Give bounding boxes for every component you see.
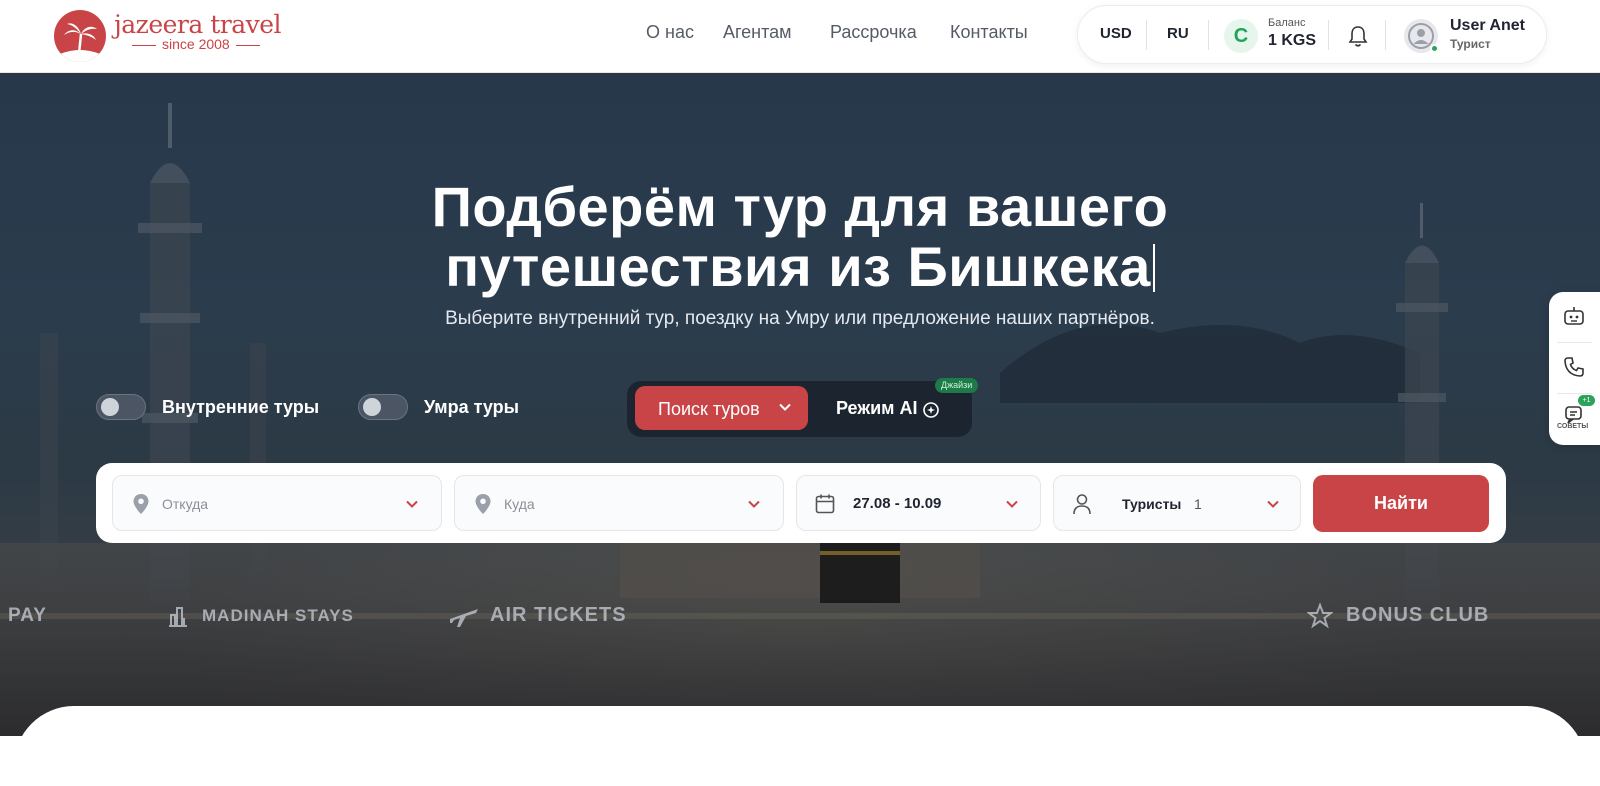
dates-field[interactable]: 27.08 - 10.09: [796, 475, 1041, 531]
find-button[interactable]: Найти: [1313, 475, 1489, 532]
airplane-icon: [450, 609, 478, 627]
partner-bonus-club[interactable]: BONUS CLUB: [1346, 604, 1489, 627]
divider: [1146, 20, 1147, 50]
tips-label: СОВЕТЫ: [1557, 423, 1589, 430]
balance-value[interactable]: 1 KGS: [1268, 32, 1316, 50]
logo[interactable]: jazeera travel since 2008: [54, 8, 282, 62]
divider: [1208, 20, 1209, 50]
chat-tips-icon: [1565, 406, 1582, 424]
toggle-knob: [101, 398, 119, 416]
divider: [1328, 20, 1329, 50]
chatbot-button[interactable]: [1549, 292, 1600, 342]
chevron-down-icon: [748, 500, 760, 508]
online-status-dot: [1430, 44, 1439, 53]
chevron-down-icon: [779, 403, 791, 411]
top-header: jazeera travel since 2008 О нас Агентам …: [0, 0, 1600, 73]
partner-pay[interactable]: PAY: [8, 605, 47, 627]
text-caret: [1152, 244, 1155, 292]
hero-title: Подберём тур для вашего путешествия из Б…: [431, 175, 1169, 298]
nav-about[interactable]: О нас: [646, 22, 694, 43]
currency-selector[interactable]: USD: [1100, 25, 1132, 42]
location-pin-icon: [475, 494, 491, 514]
hero-section: Подберём тур для вашего путешествия из Б…: [0, 73, 1600, 736]
logo-name: jazeera travel: [114, 10, 282, 39]
partners-strip: PAY MADINAH STAYS AIR TICKETS BONUS CLUB: [0, 598, 1600, 638]
user-role: Турист: [1450, 37, 1491, 51]
hero-subtitle: Выберите внутренний тур, поездку на Умру…: [445, 308, 1155, 329]
call-button[interactable]: [1549, 343, 1600, 393]
partner-madinah-stays[interactable]: MADINAH STAYS: [202, 606, 354, 626]
location-pin-icon: [133, 494, 149, 514]
phone-icon: [1564, 357, 1584, 377]
toggle-knob: [363, 398, 381, 416]
tourists-count: 1: [1194, 496, 1202, 512]
side-floating-panel: +1 СОВЕТЫ: [1549, 292, 1600, 445]
user-name[interactable]: User Anet: [1450, 17, 1525, 35]
calendar-icon: [815, 494, 835, 514]
palm-logo-icon: [54, 10, 106, 62]
robot-chat-icon: [1564, 307, 1584, 325]
chevron-down-icon: [406, 500, 418, 508]
ai-sparkle-icon[interactable]: [922, 400, 942, 420]
search-tours-button[interactable]: Поиск туров: [635, 386, 808, 430]
dates-value: 27.08 - 10.09: [853, 495, 942, 512]
nav-contacts[interactable]: Контакты: [950, 22, 1028, 43]
chevron-down-icon: [1006, 500, 1018, 508]
tips-badge: +1: [1578, 395, 1595, 406]
nav-agents[interactable]: Агентам: [723, 22, 792, 43]
building-icon: [169, 607, 187, 627]
ai-mode-button[interactable]: Режим AI: [836, 398, 917, 419]
umrah-tours-toggle[interactable]: [358, 394, 408, 420]
search-mode-switch: Поиск туров Режим AI Джайзи: [627, 378, 979, 437]
balance-label: Баланс: [1268, 17, 1306, 29]
language-selector[interactable]: RU: [1167, 25, 1189, 42]
from-placeholder: Откуда: [162, 496, 209, 512]
domestic-tours-toggle[interactable]: [96, 394, 146, 420]
umrah-tours-label[interactable]: Умра туры: [424, 397, 519, 418]
chevron-down-icon: [1267, 500, 1279, 508]
from-field[interactable]: Откуда: [112, 475, 442, 531]
ai-badge: Джайзи: [935, 378, 979, 393]
to-field[interactable]: Куда: [454, 475, 784, 531]
tourists-field[interactable]: Туристы 1: [1053, 475, 1301, 531]
tourists-label: Туристы: [1122, 496, 1182, 512]
domestic-tours-label[interactable]: Внутренние туры: [162, 397, 319, 418]
partner-air-tickets[interactable]: AIR TICKETS: [490, 604, 627, 627]
nav-installments[interactable]: Рассрочка: [830, 22, 917, 43]
logo-since: since 2008: [126, 36, 266, 52]
person-icon: [1073, 494, 1091, 515]
bell-icon[interactable]: [1347, 24, 1369, 48]
to-placeholder: Куда: [504, 496, 535, 512]
divider: [1385, 20, 1386, 50]
content-card-edge: [14, 706, 1586, 786]
tour-search-form: Откуда Куда 27.08 - 10.09 Туристы 1 Найт…: [96, 463, 1506, 543]
som-currency-icon: С: [1224, 19, 1258, 53]
star-icon: [1307, 603, 1333, 629]
user-panel: USD RU С Баланс 1 KGS User Anet Турист: [1077, 5, 1547, 64]
